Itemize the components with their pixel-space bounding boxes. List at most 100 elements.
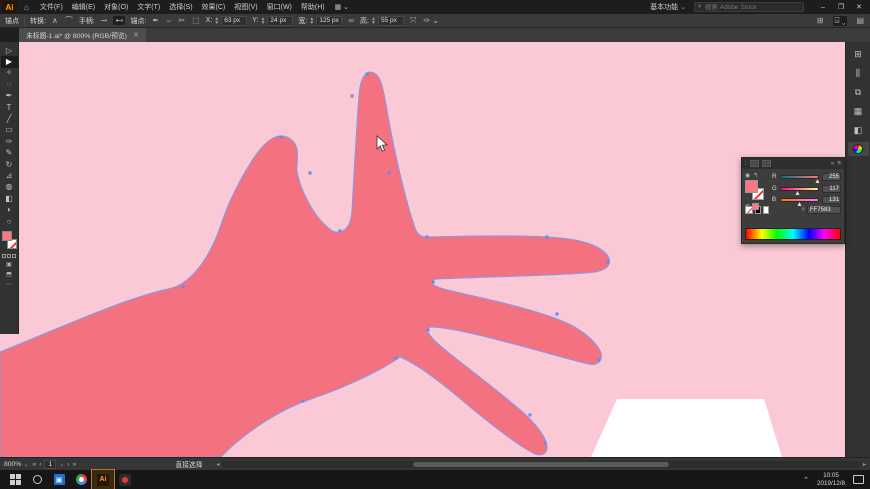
anchor-point[interactable] xyxy=(555,312,559,316)
prev-artboard-icon[interactable]: ‹ xyxy=(39,461,41,468)
slider-value-field[interactable]: 131 xyxy=(822,196,841,204)
menu-object[interactable]: 对象(O) xyxy=(104,2,128,12)
start-button[interactable] xyxy=(4,470,26,489)
convert-to-smooth-icon[interactable]: ⌒ xyxy=(64,15,74,26)
workspace-switcher[interactable]: 基本功能 ⌄ xyxy=(650,2,686,12)
target-icon[interactable]: ◉ xyxy=(745,172,750,179)
rectangle-tool-icon[interactable]: ▭ xyxy=(1,125,18,136)
pen-tool-icon[interactable]: ✒ xyxy=(1,91,18,102)
menu-file[interactable]: 文件(F) xyxy=(40,2,63,12)
align-panel-icon[interactable]: ⫼ xyxy=(848,66,869,80)
line-tool-icon[interactable]: ╱ xyxy=(1,113,18,124)
close-button[interactable]: ✕ xyxy=(850,0,868,14)
white-swatch[interactable] xyxy=(763,206,769,214)
hide-handles-icon[interactable]: ⊷ xyxy=(113,16,126,25)
none-color-swatch[interactable] xyxy=(745,206,753,214)
height-field[interactable]: 高: ▲ ▼ 55 px xyxy=(360,15,404,26)
slider-track[interactable] xyxy=(780,198,819,206)
cortana-button[interactable] xyxy=(26,470,48,489)
anchor-point[interactable] xyxy=(597,358,601,362)
slider-marker[interactable] xyxy=(795,190,800,195)
home-icon[interactable]: ⌂ xyxy=(21,3,32,12)
panel-fill-swatch[interactable] xyxy=(745,180,758,193)
hex-value-field[interactable]: FF7583 xyxy=(807,206,841,214)
paintbrush-tool-icon[interactable]: ✑ xyxy=(1,136,18,147)
document-tab[interactable]: 未标题-1.ai* @ 800% (RGB/预览) ✕ xyxy=(19,28,146,42)
anchor-point[interactable] xyxy=(426,328,430,332)
swap-colors-icon[interactable]: ↰ xyxy=(753,172,758,179)
recorder-app-button[interactable] xyxy=(114,470,136,489)
anchor-point[interactable] xyxy=(545,235,549,239)
anchor-point[interactable] xyxy=(301,399,305,403)
slider-value-field[interactable]: 255 xyxy=(822,173,841,181)
y-value[interactable]: 24 px xyxy=(267,15,294,26)
scroll-right-icon[interactable]: ▸ xyxy=(863,461,866,468)
scrollbar-thumb[interactable] xyxy=(413,461,670,467)
swatches-panel-icon[interactable]: ▦ xyxy=(848,104,869,118)
stock-search[interactable]: ⌕ xyxy=(694,2,804,12)
first-artboard-icon[interactable]: « xyxy=(32,461,36,468)
rotate-tool-icon[interactable]: ↻ xyxy=(1,159,18,170)
slider-marker[interactable] xyxy=(815,179,820,183)
menu-type[interactable]: 文字(T) xyxy=(137,2,160,12)
search-input[interactable] xyxy=(704,3,800,11)
canvas[interactable] xyxy=(0,42,845,457)
screen-mode-icon[interactable]: ⬒ xyxy=(6,271,12,278)
app-logo[interactable]: Ai xyxy=(2,1,17,13)
y-stepper[interactable]: ▲ ▼ xyxy=(260,16,265,25)
anchor-point[interactable] xyxy=(181,285,185,289)
x-value[interactable]: 63 px xyxy=(221,15,248,26)
remove-anchor-icon[interactable]: ✒ xyxy=(151,16,160,25)
menu-select[interactable]: 选择(S) xyxy=(169,2,192,12)
cut-path-icon[interactable]: ✂ xyxy=(177,16,186,25)
show-handles-icon[interactable]: ⊸ xyxy=(100,16,109,25)
zoom-level-control[interactable]: 800% ⌄ xyxy=(4,461,28,468)
isolate-object-icon[interactable]: ⬚ xyxy=(191,16,201,25)
free-transform-icon[interactable]: ⤧ xyxy=(409,16,417,26)
next-artboard-icon[interactable]: › xyxy=(67,461,69,468)
width-field[interactable]: 宽: ▲ ▼ 125 px xyxy=(298,15,343,26)
slider-marker[interactable] xyxy=(797,202,802,206)
color-mode-icon[interactable] xyxy=(2,254,6,259)
menu-edit[interactable]: 编辑(E) xyxy=(72,2,95,12)
anchor-point[interactable] xyxy=(338,229,342,233)
anchor-point[interactable] xyxy=(365,72,369,76)
collapse-panel-icon[interactable]: » xyxy=(831,160,835,167)
anchor-point[interactable] xyxy=(350,94,354,98)
height-value[interactable]: 55 px xyxy=(377,15,404,26)
link-dimensions-icon[interactable]: ∞ xyxy=(347,16,355,25)
hand-shape[interactable] xyxy=(0,71,610,457)
pencil-tool-icon[interactable]: ✎ xyxy=(1,148,18,159)
color-guide-tab-icon[interactable] xyxy=(761,160,771,167)
anchor-point[interactable] xyxy=(543,441,547,445)
menu-view[interactable]: 视图(V) xyxy=(234,2,257,12)
color-mode-buttons[interactable] xyxy=(2,254,16,259)
scale-tool-icon[interactable]: ⊿ xyxy=(1,170,18,181)
convert-to-corner-icon[interactable]: ∧ xyxy=(51,16,59,25)
minimize-button[interactable]: – xyxy=(814,0,832,14)
menu-effect[interactable]: 效果(C) xyxy=(202,2,226,12)
layers-panel-icon[interactable]: ◧ xyxy=(848,123,869,137)
gradient-mode-icon[interactable] xyxy=(7,254,11,259)
slider-value-field[interactable]: 117 xyxy=(822,184,841,193)
illustrator-app-button[interactable]: Ai xyxy=(91,469,115,489)
notification-center-icon[interactable] xyxy=(853,475,864,484)
anchor-point[interactable] xyxy=(308,171,312,175)
x-field[interactable]: X: ▲ ▼ 63 px xyxy=(206,15,248,26)
eyedropper-tool-icon[interactable]: ◗ xyxy=(1,204,18,215)
panel-menu-icon[interactable]: ≡ xyxy=(837,160,841,167)
anchor-point[interactable] xyxy=(279,135,283,139)
panel-grip-icon[interactable]: ⁞ xyxy=(745,161,747,167)
color-tab-icon[interactable] xyxy=(749,160,759,167)
none-mode-icon[interactable] xyxy=(12,254,16,259)
shape-builder-tool-icon[interactable]: ◍ xyxy=(1,182,18,193)
anchor-point[interactable] xyxy=(394,356,398,360)
anchor-point[interactable] xyxy=(387,171,391,175)
anchor-point[interactable] xyxy=(528,413,532,417)
taskbar-clock[interactable]: 10:05 2019/12/8 xyxy=(817,472,845,488)
width-value[interactable]: 125 px xyxy=(316,15,343,26)
transform-panel-icon[interactable]: ⊞ xyxy=(848,47,869,61)
anchor-point[interactable] xyxy=(425,235,429,239)
panel-grid-icon[interactable]: ⊞ xyxy=(816,16,825,25)
scrollbar-track[interactable] xyxy=(221,460,861,468)
